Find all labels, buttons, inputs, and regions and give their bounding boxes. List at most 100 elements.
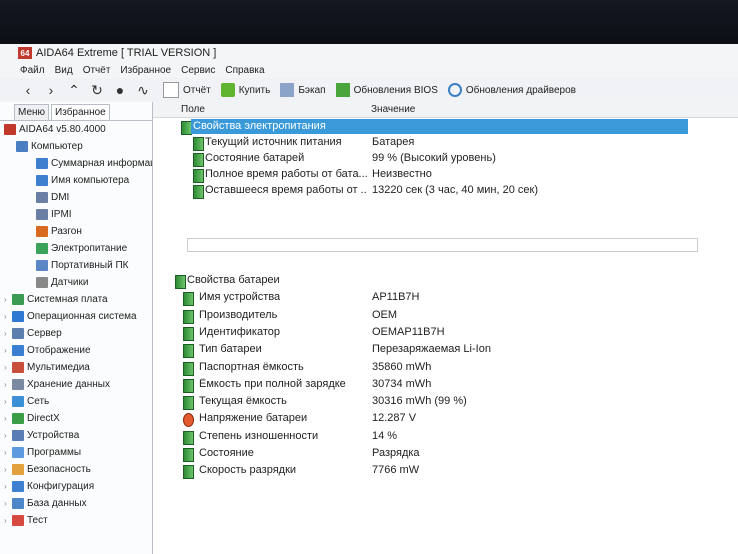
- tree-item-label: Мультимедиа: [27, 362, 90, 373]
- expand-chevron-icon[interactable]: ›: [4, 465, 12, 474]
- voltage-icon: [183, 413, 194, 428]
- property-row[interactable]: Оставшееся время работы от ... 13220 сек …: [153, 183, 738, 199]
- back-arrow-icon[interactable]: ‹: [18, 80, 38, 100]
- tree-item[interactable]: › Отображение: [4, 343, 91, 358]
- tree-item-label: Системная плата: [27, 294, 108, 305]
- property-row[interactable]: Производитель OEM: [153, 308, 738, 324]
- property-row[interactable]: Идентификатор OEMAP11B7H: [153, 325, 738, 341]
- tree-item[interactable]: › Устройства: [4, 428, 79, 443]
- expand-chevron-icon[interactable]: ›: [4, 516, 12, 525]
- expand-chevron-icon[interactable]: ›: [4, 431, 12, 440]
- tree-item[interactable]: › База данных: [4, 496, 87, 511]
- section-header[interactable]: Свойства электропитания: [153, 119, 738, 135]
- tree-item[interactable]: › DirectX: [4, 411, 60, 426]
- expand-chevron-icon[interactable]: ›: [4, 482, 12, 491]
- tree-item[interactable]: Имя компьютера: [36, 173, 129, 188]
- section-title: Свойства электропитания: [193, 120, 326, 132]
- property-row[interactable]: Паспортная ёмкость 35860 mWh: [153, 360, 738, 376]
- network-icon: [12, 396, 24, 407]
- tree-item[interactable]: AIDA64 v5.80.4000: [4, 122, 106, 137]
- download-arrow-icon: [335, 83, 350, 97]
- multimedia-icon: [12, 362, 24, 373]
- property-field: Состояние батарей: [205, 152, 305, 164]
- menu-favorites[interactable]: Избранное: [115, 65, 176, 76]
- forward-arrow-icon[interactable]: ›: [41, 80, 61, 100]
- property-row[interactable]: Состояние Разрядка: [153, 446, 738, 462]
- details-pane: Поле Значение Свойства электропитания Тек…: [153, 102, 738, 554]
- driver-update-button[interactable]: Обновления драйверов: [447, 83, 576, 97]
- report-icon: [163, 82, 179, 98]
- tree-item[interactable]: › Тест: [4, 513, 48, 528]
- property-row[interactable]: Скорость разрядки 7766 mW: [153, 463, 738, 480]
- tree-item[interactable]: › Сервер: [4, 326, 62, 341]
- expand-chevron-icon[interactable]: ›: [4, 346, 12, 355]
- report-button[interactable]: Отчёт: [163, 82, 211, 98]
- menu-help[interactable]: Справка: [220, 65, 269, 76]
- motherboard-icon: [12, 294, 24, 305]
- menu-file[interactable]: Файл: [15, 65, 50, 76]
- tree-item[interactable]: › Конфигурация: [4, 479, 94, 494]
- property-row[interactable]: Текущая ёмкость 30316 mWh (99 %): [153, 394, 738, 411]
- tree-item[interactable]: › Мультимедиа: [4, 360, 90, 375]
- tree-item-label: DMI: [51, 192, 70, 203]
- tree-item[interactable]: Электропитание: [36, 241, 127, 256]
- expand-chevron-icon[interactable]: ›: [4, 329, 12, 338]
- menu-view[interactable]: Вид: [50, 65, 78, 76]
- expand-chevron-icon[interactable]: ›: [4, 312, 12, 321]
- property-value: 12.287 V: [372, 412, 417, 425]
- expand-chevron-icon[interactable]: ›: [4, 414, 12, 423]
- up-arrow-icon[interactable]: ⌃: [64, 80, 84, 100]
- property-row[interactable]: Имя устройства AP11B7H: [153, 290, 738, 307]
- column-field-header[interactable]: Поле: [181, 104, 205, 115]
- tab-menu[interactable]: Меню: [14, 104, 50, 120]
- buy-button[interactable]: Купить: [220, 83, 271, 97]
- tree-item[interactable]: Датчики: [36, 275, 88, 290]
- expand-chevron-icon[interactable]: ›: [4, 380, 12, 389]
- search-icon: [447, 83, 462, 97]
- property-field: Текущая ёмкость: [199, 395, 287, 408]
- tree-item[interactable]: › Безопасность: [4, 462, 91, 477]
- tree-item[interactable]: › Программы: [4, 445, 81, 460]
- aida-icon: [4, 124, 16, 135]
- property-row[interactable]: Степень изношенности 14 %: [153, 429, 738, 445]
- expand-chevron-icon[interactable]: ›: [4, 295, 12, 304]
- refresh-icon[interactable]: ↻: [87, 80, 107, 100]
- tree-item[interactable]: DMI: [36, 190, 69, 205]
- tree-item[interactable]: Суммарная информац: [36, 156, 152, 171]
- property-field: Текущий источник питания: [205, 136, 342, 148]
- buy-label: Купить: [238, 84, 271, 96]
- tree-item[interactable]: › Сеть: [4, 394, 49, 409]
- chart-icon[interactable]: ∿: [133, 80, 153, 100]
- expand-chevron-icon[interactable]: ›: [4, 397, 12, 406]
- backup-button[interactable]: Бэкап: [280, 83, 326, 97]
- bios-update-button[interactable]: Обновления BIOS: [335, 83, 438, 97]
- property-row[interactable]: Ёмкость при полной зарядке 30734 mWh: [153, 377, 738, 393]
- property-row[interactable]: Тип батареи Перезаряжаемая Li-Ion: [153, 342, 738, 359]
- backup-icon: [280, 83, 295, 97]
- tab-favorites[interactable]: Избранное: [51, 104, 110, 120]
- menu-service[interactable]: Сервис: [176, 65, 220, 76]
- expand-chevron-icon[interactable]: ›: [4, 448, 12, 457]
- tree-item[interactable]: › Хранение данных: [4, 377, 110, 392]
- tree-item-label: Устройства: [27, 430, 80, 441]
- property-row[interactable]: Текущий источник питания Батарея: [153, 135, 738, 151]
- tree-item-label: Программы: [27, 447, 82, 458]
- expand-chevron-icon[interactable]: ›: [4, 363, 12, 372]
- tree-item[interactable]: IPMI: [36, 207, 72, 222]
- property-value: 7766 mW: [372, 464, 420, 477]
- property-row[interactable]: Полное время работы от бата... Неизвестно: [153, 167, 738, 183]
- section-header[interactable]: Свойства батареи: [153, 273, 738, 289]
- expand-chevron-icon[interactable]: ›: [4, 499, 12, 508]
- property-field: Ёмкость при полной зарядке: [199, 377, 346, 390]
- programs-icon: [12, 447, 24, 458]
- column-value-header[interactable]: Значение: [371, 104, 415, 115]
- property-row[interactable]: Состояние батарей 99 % (Высокий уровень): [153, 151, 738, 167]
- menu-report[interactable]: Отчёт: [78, 65, 116, 76]
- tree-item[interactable]: › Операционная система: [4, 309, 137, 324]
- tree-item[interactable]: › Системная плата: [4, 292, 108, 307]
- user-icon[interactable]: ●: [110, 80, 130, 100]
- property-row[interactable]: Напряжение батареи 12.287 V: [153, 411, 738, 428]
- tree-item[interactable]: Компьютер: [16, 139, 83, 154]
- tree-item[interactable]: Разгон: [36, 224, 82, 239]
- tree-item[interactable]: Портативный ПК: [36, 258, 128, 273]
